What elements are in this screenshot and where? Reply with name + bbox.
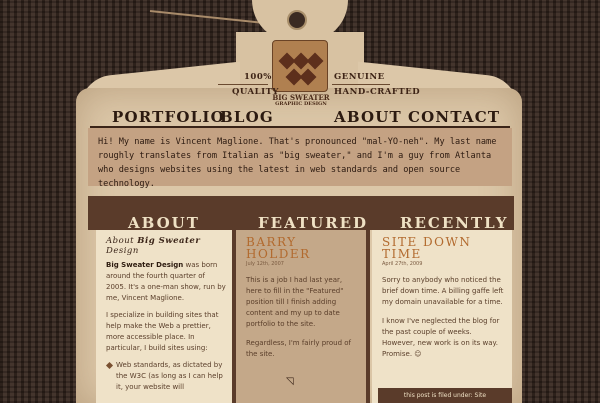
tag-hole — [287, 10, 307, 30]
logo-brand-name: Big Sweater — [272, 93, 330, 102]
tagline-handcrafted: Hand-crafted — [334, 87, 421, 97]
featured-post-title[interactable]: BARRY HOLDER — [246, 236, 360, 260]
about-paragraph-1: Big Sweater Design was born around the f… — [106, 260, 226, 304]
about-title-line2: Design — [106, 246, 139, 256]
about-brand-bold: Big Sweater Design — [106, 261, 184, 269]
tagline-rule-right — [332, 84, 390, 85]
about-title-emph: Big Sweater — [137, 236, 201, 246]
logo-brand: Big Sweater Graphic Design — [270, 94, 332, 108]
recent-paragraph-2: I know I've neglected the blog for the p… — [382, 317, 500, 358]
featured-paragraph-1: This is a job I had last year, here to f… — [246, 276, 344, 328]
main-nav: PORTFOLIO BLOG ABOUT CONTACT — [112, 108, 499, 126]
nav-item-portfolio[interactable]: PORTFOLIO — [112, 108, 225, 126]
sweater-logo-icon[interactable] — [272, 40, 328, 92]
column-divider — [366, 196, 370, 403]
tagline-rule-left — [218, 84, 268, 85]
tagline-quality: Quality — [232, 87, 279, 97]
column-divider — [232, 196, 236, 403]
about-title: About Big Sweater Design — [106, 236, 226, 256]
recently-column: SITE DOWN TIME April 27th, 2009 Sorry to… — [372, 230, 512, 403]
about-title-prefix: About — [106, 236, 135, 246]
featured-column: BARRY HOLDER July 12th, 2007 This is a j… — [236, 230, 366, 403]
logo-brand-sub: Graphic Design — [275, 101, 327, 107]
about-column: About Big Sweater Design Big Sweater Des… — [96, 230, 232, 403]
nav-item-about[interactable]: ABOUT — [334, 108, 402, 126]
tagline-genuine: Genuine — [334, 72, 385, 82]
intro-text: Hi! My name is Vincent Maglione. That's … — [88, 128, 512, 189]
recent-post-date: April 27th, 2009 — [382, 261, 423, 267]
tagline-100: 100% — [244, 72, 272, 82]
about-bullet-1: Web standards, as dictated by the W3C (a… — [106, 360, 226, 393]
featured-post-date: July 12th, 2007 — [246, 261, 284, 267]
recent-post-title[interactable]: SITE DOWN TIME — [382, 236, 506, 260]
featured-paragraph-2: Regardless, I'm fairly proud of the site… — [246, 339, 352, 358]
nav-item-contact[interactable]: CONTACT — [408, 108, 500, 126]
mouse-cursor-icon: ◹ — [286, 376, 294, 387]
nav-item-blog[interactable]: BLOG — [220, 108, 274, 126]
about-paragraph-2: I specialize in building sites that help… — [106, 311, 219, 352]
recent-post-category-link[interactable]: this post is filed under: Site — [378, 388, 512, 403]
recent-paragraph-1: Sorry to anybody who noticed the brief d… — [382, 276, 504, 306]
